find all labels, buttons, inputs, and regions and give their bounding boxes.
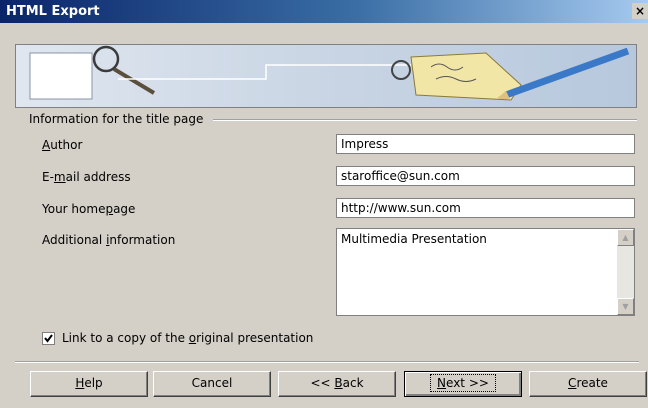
- author-label: Author: [42, 138, 83, 152]
- homepage-input[interactable]: http://www.sun.com: [336, 198, 635, 218]
- scroll-up-arrow-icon[interactable]: ▲: [617, 229, 634, 246]
- group-divider: [213, 119, 637, 121]
- link-copy-checkbox[interactable]: [42, 332, 55, 345]
- create-button[interactable]: Create: [529, 371, 647, 397]
- help-button[interactable]: Help: [30, 371, 148, 397]
- textarea-scrollbar[interactable]: ▲ ▼: [617, 229, 634, 315]
- group-title: Information for the title page: [29, 112, 204, 126]
- scroll-down-arrow-icon[interactable]: ▼: [617, 298, 634, 315]
- close-icon[interactable]: ×: [632, 3, 648, 19]
- back-button[interactable]: << Back: [278, 371, 396, 397]
- next-button[interactable]: Next >>: [404, 371, 522, 397]
- link-copy-label[interactable]: Link to a copy of the original presentat…: [62, 331, 313, 345]
- author-input[interactable]: Impress: [336, 134, 635, 154]
- button-separator: [15, 361, 639, 363]
- additional-info-label: Additional information: [42, 233, 176, 247]
- homepage-label: Your homepage: [42, 202, 136, 216]
- html-export-dialog: HTML Export × Information for the title …: [0, 0, 648, 408]
- email-label: E-mail address: [42, 170, 131, 184]
- banner-illustration: [15, 44, 637, 108]
- checkmark-icon: [44, 334, 53, 343]
- email-input[interactable]: staroffice@sun.com: [336, 166, 635, 186]
- dialog-title: HTML Export: [6, 4, 100, 19]
- banner-artwork: [16, 45, 636, 107]
- additional-info-textarea[interactable]: Multimedia Presentation ▲ ▼: [336, 228, 635, 316]
- additional-info-text: Multimedia Presentation: [341, 232, 487, 246]
- cancel-button[interactable]: Cancel: [153, 371, 271, 397]
- title-bar[interactable]: HTML Export ×: [0, 0, 648, 23]
